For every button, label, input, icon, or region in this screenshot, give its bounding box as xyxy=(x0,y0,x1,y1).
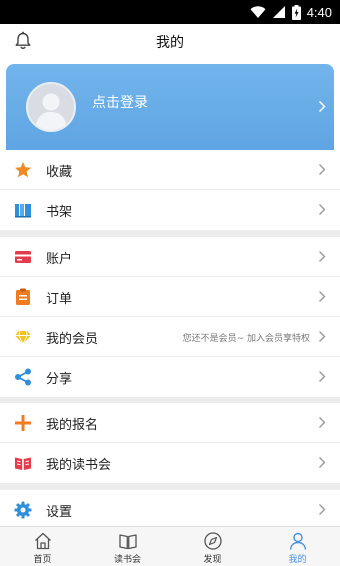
chevron-right-icon xyxy=(319,417,326,428)
status-bar: 4:40 xyxy=(0,0,340,24)
menu-item-bookshelf[interactable]: 书架 xyxy=(0,190,340,230)
menu-group-activities: 我的报名 我的读书会 xyxy=(0,403,340,483)
login-card[interactable]: 点击登录 xyxy=(6,64,334,150)
tab-label: 我的 xyxy=(288,555,307,565)
compass-icon xyxy=(203,532,222,550)
login-text[interactable]: 点击登录 xyxy=(92,92,148,112)
signal-icon xyxy=(272,6,285,18)
tab-label: 首页 xyxy=(33,555,52,565)
menu-item-label: 分享 xyxy=(46,372,73,387)
header-bar: 我的 xyxy=(0,24,340,58)
wifi-icon xyxy=(250,6,266,18)
menu-item-orders[interactable]: 订单 xyxy=(0,277,340,317)
card-icon xyxy=(15,251,31,263)
menu-item-registrations[interactable]: 我的报名 xyxy=(0,403,340,443)
menu-item-label: 我的报名 xyxy=(46,418,99,433)
tab-reading-club[interactable]: 读书会 xyxy=(85,527,170,566)
tab-discover[interactable]: 发现 xyxy=(170,527,255,566)
person-icon xyxy=(289,532,306,550)
menu-item-label: 账户 xyxy=(46,252,73,267)
chevron-right-icon xyxy=(319,204,326,215)
menu-item-label: 订单 xyxy=(46,292,73,307)
plus-icon xyxy=(15,415,31,431)
menu-item-favorites[interactable]: 收藏 xyxy=(0,150,340,190)
menu-item-account[interactable]: 账户 xyxy=(0,237,340,277)
star-icon xyxy=(15,162,31,178)
bookshelf-icon xyxy=(15,204,31,218)
tab-mine[interactable]: 我的 xyxy=(255,527,340,566)
chevron-right-icon xyxy=(319,291,326,302)
open-book-icon xyxy=(15,457,31,470)
menu-item-label: 书架 xyxy=(46,205,73,220)
diamond-icon xyxy=(15,330,31,346)
tab-label: 读书会 xyxy=(113,555,141,565)
profile-section: 点击登录 xyxy=(0,58,340,150)
chevron-right-icon xyxy=(319,457,326,468)
page-title: 我的 xyxy=(156,35,184,51)
menu-item-label: 我的读书会 xyxy=(46,458,112,473)
menu-item-settings[interactable]: 设置 xyxy=(0,490,340,526)
chevron-right-icon xyxy=(319,371,326,382)
menu-item-share[interactable]: 分享 xyxy=(0,357,340,397)
tab-home[interactable]: 首页 xyxy=(0,527,85,566)
menu-group-settings: 设置 xyxy=(0,490,340,526)
menu-item-label: 我的会员 xyxy=(46,332,99,347)
book-icon xyxy=(118,534,137,550)
chevron-right-icon xyxy=(319,504,326,515)
menu-item-membership[interactable]: 我的会员 您还不是会员~ 加入会员享特权 xyxy=(0,317,340,357)
chevron-right-icon[interactable] xyxy=(318,100,326,113)
menu-group-account: 账户 订单 我的会员 您还不是会员~ 加入会员享特权 分享 xyxy=(0,237,340,397)
tab-label: 发现 xyxy=(203,555,222,565)
default-avatar-icon[interactable] xyxy=(26,82,76,132)
chevron-right-icon xyxy=(319,164,326,175)
menu-item-label: 设置 xyxy=(46,505,73,520)
status-time: 4:40 xyxy=(306,4,332,20)
menu-item-label: 收藏 xyxy=(46,165,73,180)
chevron-right-icon xyxy=(319,331,326,342)
chevron-right-icon xyxy=(319,251,326,262)
home-icon xyxy=(34,532,51,550)
battery-icon xyxy=(291,4,301,20)
membership-note: 您还不是会员~ 加入会员享特权 xyxy=(182,334,310,344)
gear-icon xyxy=(14,501,32,519)
share-icon xyxy=(15,368,31,386)
menu-group-collect: 收藏 书架 xyxy=(0,150,340,230)
bottom-tab-bar: 首页 读书会 发现 我的 xyxy=(0,526,340,566)
menu-item-reading-club[interactable]: 我的读书会 xyxy=(0,443,340,483)
clipboard-icon xyxy=(16,288,30,305)
